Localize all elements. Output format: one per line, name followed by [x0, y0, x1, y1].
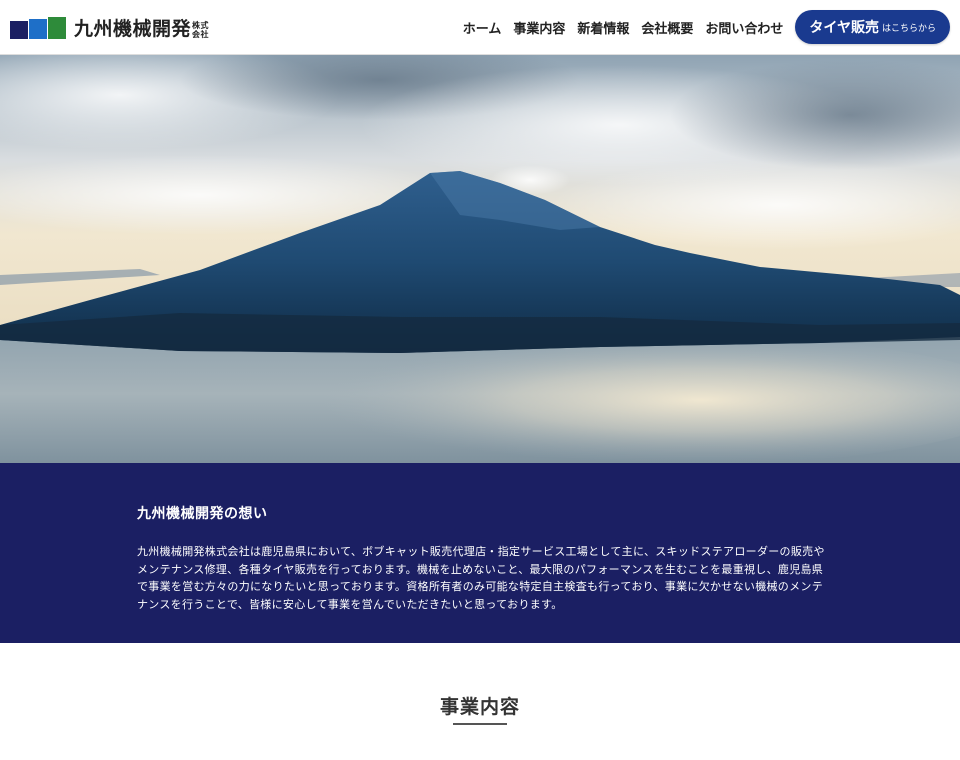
brand[interactable]: 九州機械開発 株式会社: [10, 14, 210, 41]
services-section: 事業内容: [0, 643, 960, 760]
site-header: 九州機械開発 株式会社 ホーム 事業内容 新着情報 会社概要 お問い合わせ タイ…: [0, 0, 960, 55]
nav-contact[interactable]: お問い合わせ: [705, 18, 783, 37]
company-name-text: 九州機械開発: [74, 17, 192, 40]
mission-title: 九州機械開発の想い: [137, 506, 268, 522]
company-name-suffix: 株式会社: [192, 20, 210, 39]
mission-section: 九州機械開発の想い 九州機械開発株式会社は鹿児島県において、ボブキャット販売代理…: [0, 463, 960, 643]
company-name: 九州機械開発 株式会社: [74, 14, 210, 41]
mission-body: 九州機械開発株式会社は鹿児島県において、ボブキャット販売代理店・指定サービス工場…: [137, 545, 825, 611]
tire-sales-button-label: タイヤ販売: [809, 20, 879, 36]
tire-sales-button[interactable]: タイヤ販売 はこちらから: [795, 10, 950, 44]
main-nav: ホーム 事業内容 新着情報 会社概要 お問い合わせ タイヤ販売 はこちらから: [463, 10, 950, 44]
tire-sales-button-sublabel: はこちらから: [881, 23, 936, 34]
nav-services[interactable]: 事業内容: [513, 18, 565, 37]
hero-image: [0, 55, 960, 463]
nav-company[interactable]: 会社概要: [641, 18, 693, 37]
nav-news[interactable]: 新着情報: [577, 18, 629, 37]
logo-square-green: [48, 17, 66, 39]
logo-square-blue: [29, 19, 47, 39]
services-title-underline: [453, 723, 507, 725]
nav-home[interactable]: ホーム: [463, 18, 502, 37]
services-title: 事業内容: [439, 696, 520, 718]
hero-volcano-photo: [0, 55, 960, 463]
company-logo: [10, 15, 66, 39]
mission-content: 九州機械開発の想い 九州機械開発株式会社は鹿児島県において、ボブキャット販売代理…: [137, 503, 827, 613]
logo-square-navy: [10, 21, 28, 39]
